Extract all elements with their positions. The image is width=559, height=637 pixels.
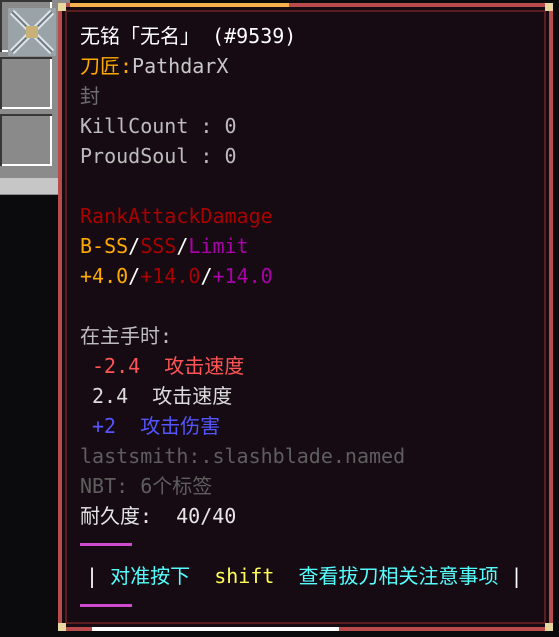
inventory-slot[interactable] [0, 114, 52, 166]
rank-separator: / [128, 234, 141, 258]
rank-sss: SSS [140, 234, 177, 258]
attribute-name: 攻击速度 [152, 384, 233, 408]
damage-separator: / [128, 264, 141, 288]
tooltip-top-accent [70, 3, 289, 7]
slashblade-item-icon[interactable] [6, 6, 58, 58]
damage-line: +4.0/+14.0/+14.0 [80, 261, 273, 291]
attribute-line: -2.4 攻击速度 [92, 351, 244, 381]
attribute-line: +2 攻击伤害 [92, 411, 220, 441]
durability-value: 40/40 [176, 504, 237, 528]
damage-limit: +14.0 [212, 264, 273, 288]
rank-separator: / [176, 234, 189, 258]
hint-divider-bottom [80, 604, 132, 607]
hint-key: shift [214, 564, 275, 588]
item-tooltip: 无铭「无名」 (#9539) 刀匠:PathdarX 封 KillCount :… [58, 3, 553, 631]
attribute-name: 攻击速度 [164, 354, 245, 378]
smith-line: 刀匠:PathdarX [80, 51, 228, 81]
sealed-text: 封 [80, 84, 100, 108]
tooltip-bottom-accent [92, 627, 339, 631]
hint-line: | 对准按下 shift 查看拔刀相关注意事项 | [86, 561, 523, 591]
durability-line: 耐久度: 40/40 [80, 501, 236, 531]
hint-post: 查看拔刀相关注意事项 [298, 564, 499, 588]
hint-divider-top [80, 543, 132, 546]
smith-name: PathdarX [132, 54, 229, 78]
item-title: 无铭「无名」 (#9539) [80, 24, 297, 48]
tooltip-corner [58, 623, 66, 631]
hint-pre: 对准按下 [110, 564, 191, 588]
smith-label: 刀匠: [80, 54, 133, 78]
attribute-value: 2.4 [92, 384, 129, 408]
killcount-text: KillCount : 0 [80, 114, 237, 138]
hint-bar-right: | [510, 564, 523, 588]
registry-name: lastsmith:.slashblade.named [80, 444, 406, 468]
inventory-slot[interactable] [0, 57, 52, 109]
rank-b: B-SS [80, 234, 129, 258]
tooltip-corner [545, 3, 553, 11]
durability-label: 耐久度: [80, 504, 153, 528]
proudsoul-text: ProudSoul : 0 [80, 144, 237, 168]
attribute-name: 攻击伤害 [140, 414, 221, 438]
mainhand-header: 在主手时: [80, 324, 173, 348]
attribute-value: -2.4 [92, 354, 141, 378]
rank-line: B-SS/SSS/Limit [80, 231, 249, 261]
attribute-value: +2 [92, 414, 117, 438]
damage-b: +4.0 [80, 264, 129, 288]
tooltip-corner [58, 3, 66, 11]
rank-title: RankAttackDamage [80, 204, 273, 228]
damage-sss: +14.0 [140, 264, 201, 288]
tooltip-corner [545, 623, 553, 631]
rank-limit: Limit [188, 234, 249, 258]
damage-separator: / [200, 264, 213, 288]
hint-bar-left: | [86, 564, 99, 588]
attribute-line: 2.4 攻击速度 [92, 381, 232, 411]
nbt-text: NBT: 6个标签 [80, 474, 213, 498]
